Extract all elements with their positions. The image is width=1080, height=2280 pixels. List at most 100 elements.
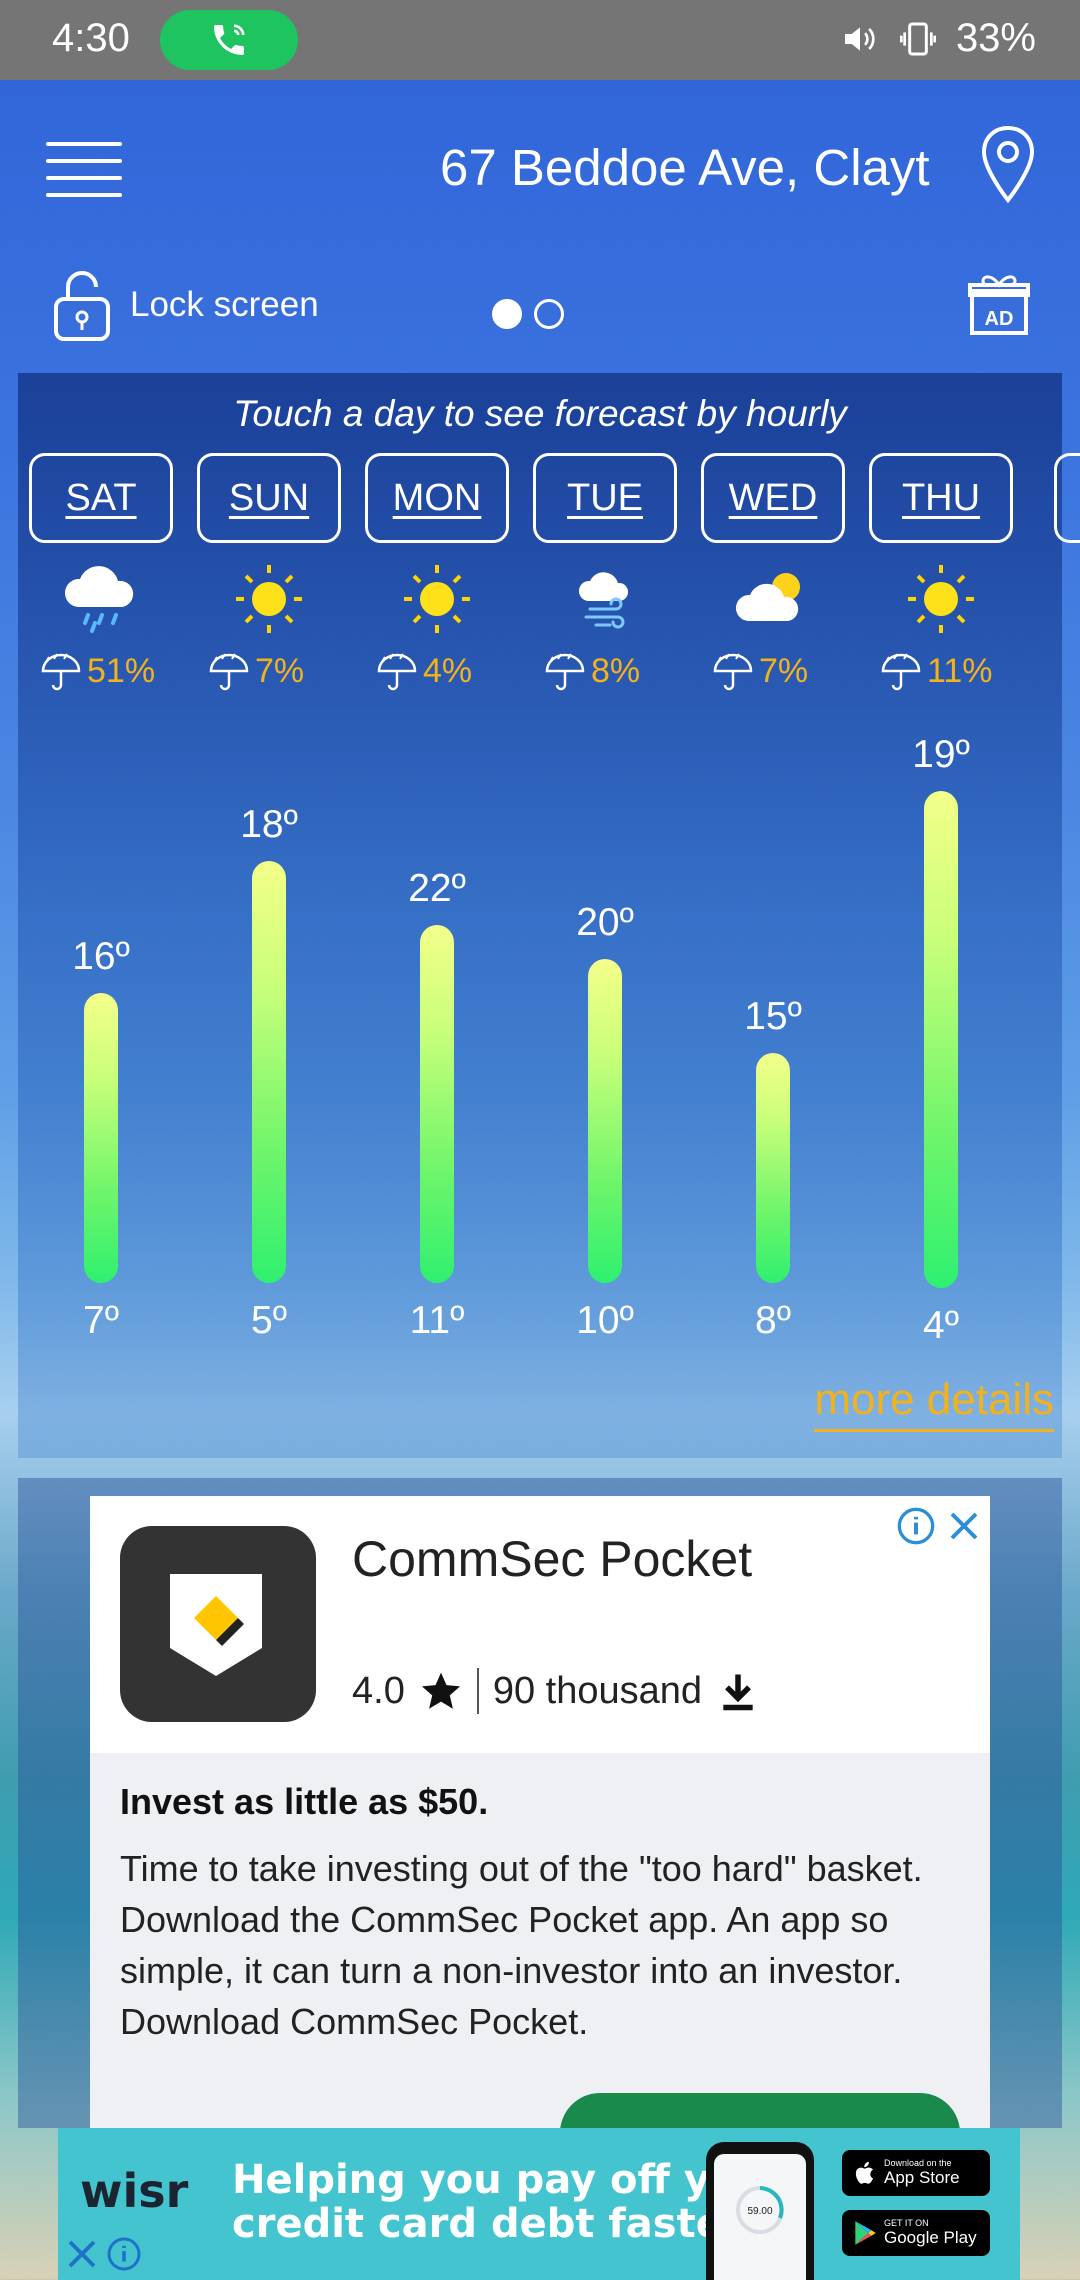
- precipitation-chance: 7%: [711, 648, 851, 694]
- banner-ad-choices: [64, 2236, 142, 2272]
- umbrella-icon: [545, 653, 585, 691]
- umbrella-icon: [881, 653, 921, 691]
- ongoing-call-indicator[interactable]: [160, 10, 298, 70]
- ad-top: CommSec Pocket 4.0 90 thousand: [90, 1496, 990, 1753]
- progress-ring-icon: 59.00: [736, 2186, 784, 2234]
- banner-ad[interactable]: wisr Helping you pay off your credit car…: [58, 2128, 1020, 2280]
- ad-headline: Invest as little as $50.: [120, 1781, 489, 1822]
- high-temp-label: 19º: [912, 733, 970, 776]
- ad-body: Time to take investing out of the "too h…: [120, 1848, 923, 2042]
- menu-button[interactable]: [46, 142, 122, 198]
- temperature-range-bar[interactable]: [756, 1053, 790, 1283]
- volume-icon: [844, 26, 875, 51]
- status-time: 4:30: [52, 16, 130, 60]
- rain-cloud-icon: [56, 563, 146, 635]
- app-store-label: App Store: [884, 2168, 960, 2187]
- high-temp-label: 22º: [408, 867, 466, 910]
- temperature-range-bar[interactable]: [924, 791, 958, 1288]
- low-temp-label: 11º: [409, 1299, 465, 1342]
- native-ad[interactable]: CommSec Pocket 4.0 90 thousand Invest as…: [90, 1496, 990, 2128]
- phone-figure: 59.00: [747, 2206, 772, 2217]
- banner-line-1: Helping you pay off your: [232, 2157, 786, 2203]
- banner-close-icon[interactable]: [64, 2236, 100, 2272]
- unlock-icon[interactable]: [52, 267, 112, 343]
- day-tab-thu[interactable]: THU: [869, 453, 1013, 543]
- ad-info-icon[interactable]: [896, 1506, 936, 1546]
- ad-card: CommSec Pocket 4.0 90 thousand Invest as…: [18, 1478, 1062, 2128]
- banner-text: Helping you pay off your credit card deb…: [232, 2158, 786, 2246]
- precipitation-value: 11%: [927, 651, 993, 690]
- phone-screen: 59.00: [714, 2154, 806, 2280]
- ad-close-icon[interactable]: [946, 1508, 982, 1544]
- google-play-small: GET IT ON: [884, 2218, 929, 2228]
- day-tab-mon[interactable]: MON: [365, 453, 509, 543]
- page-dot[interactable]: [534, 299, 564, 329]
- download-icon: [723, 1674, 753, 1711]
- app-store-badge[interactable]: Download on the App Store: [842, 2150, 990, 2196]
- location-pin-icon[interactable]: [978, 124, 1038, 208]
- forecast-hint: Touch a day to see forecast by hourly: [233, 393, 847, 434]
- ad-cta-button[interactable]: [560, 2093, 960, 2128]
- subheader: Lock screen AD: [0, 255, 1080, 375]
- commsec-logo-icon: [170, 1574, 262, 1676]
- low-temp-label: 7º: [83, 1299, 119, 1342]
- sun-icon: [896, 563, 986, 635]
- page-dot-active[interactable]: [492, 299, 522, 329]
- high-temp-label: 20º: [576, 901, 634, 944]
- high-temp-label: 18º: [240, 803, 298, 846]
- day-tab-wed[interactable]: WED: [701, 453, 845, 543]
- precipitation-value: 4%: [423, 651, 473, 690]
- banner-info-icon[interactable]: [106, 2236, 142, 2272]
- gift-ad-icon[interactable]: AD: [968, 271, 1030, 337]
- day-tab-partial[interactable]: [1054, 453, 1080, 543]
- phone-mockup: 59.00: [706, 2142, 814, 2280]
- status-right: 33%: [840, 16, 1036, 61]
- day-tab-sun[interactable]: SUN: [197, 453, 341, 543]
- umbrella-icon: [377, 653, 417, 691]
- windy-cloud-icon: [560, 563, 650, 635]
- location-address[interactable]: 67 Beddoe Ave, Clayt: [440, 138, 940, 208]
- star-icon: [421, 1672, 460, 1709]
- temperature-range-bar[interactable]: [588, 959, 622, 1283]
- low-temp-label: 10º: [576, 1299, 634, 1342]
- ad-description: Invest as little as $50. Time to take in…: [90, 1753, 990, 2128]
- low-temp-label: 4º: [923, 1304, 959, 1347]
- ad-downloads: 90 thousand: [492, 1669, 703, 1712]
- precipitation-value: 7%: [255, 651, 305, 690]
- more-details-link[interactable]: more details: [814, 1375, 1054, 1432]
- umbrella-icon: [713, 653, 753, 691]
- sun-icon: [392, 563, 482, 635]
- precipitation-chance: 51%: [39, 648, 179, 694]
- svg-text:AD: AD: [985, 308, 1014, 330]
- precipitation-value: 8%: [591, 651, 641, 690]
- wisr-logo: wisr: [80, 2164, 189, 2218]
- lock-screen-label[interactable]: Lock screen: [130, 285, 319, 325]
- app-header: 67 Beddoe Ave, Clayt: [0, 80, 1080, 255]
- apple-icon: [855, 2161, 874, 2184]
- status-bar: 4:30 33%: [0, 0, 1080, 80]
- temperature-range-bar[interactable]: [252, 861, 286, 1283]
- google-play-icon: [855, 2221, 876, 2245]
- sun-icon: [224, 563, 314, 635]
- app-icon[interactable]: [120, 1526, 316, 1722]
- high-temp-label: 16º: [72, 935, 130, 978]
- google-play-badge[interactable]: GET IT ON Google Play: [842, 2210, 990, 2256]
- app-store-small: Download on the: [884, 2158, 952, 2168]
- vibrate-icon: [899, 22, 936, 55]
- day-tab-tue[interactable]: TUE: [533, 453, 677, 543]
- meta-separator: [476, 1668, 479, 1714]
- ad-choices: [896, 1506, 982, 1546]
- precipitation-value: 51%: [87, 651, 156, 690]
- ad-app-name[interactable]: CommSec Pocket: [352, 1530, 752, 1588]
- day-tab-sat[interactable]: SAT: [29, 453, 173, 543]
- page-indicator: [492, 299, 564, 329]
- precipitation-chance: 4%: [375, 648, 515, 694]
- precipitation-chance: 7%: [207, 648, 347, 694]
- precipitation-chance: 11%: [879, 648, 1019, 694]
- ad-rating: 4.0: [352, 1669, 405, 1712]
- low-temp-label: 5º: [251, 1299, 287, 1342]
- temperature-range-bar[interactable]: [84, 993, 118, 1283]
- temperature-range-bar[interactable]: [420, 925, 454, 1283]
- precipitation-chance: 8%: [543, 648, 683, 694]
- umbrella-icon: [41, 653, 81, 691]
